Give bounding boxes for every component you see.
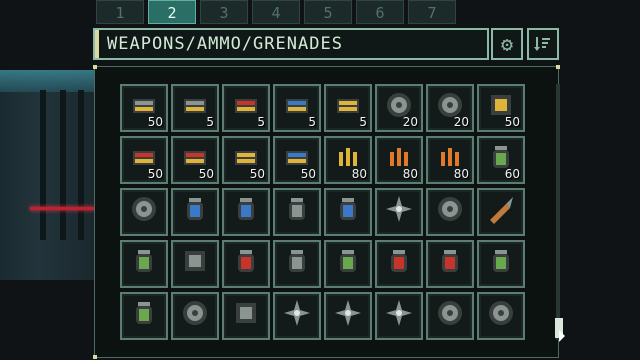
inventory-slot[interactable]: 50: [171, 136, 219, 184]
inventory-slot[interactable]: 50: [222, 136, 270, 184]
sort-button[interactable]: [527, 28, 559, 60]
sort-icon: [534, 37, 550, 51]
inventory-slot[interactable]: 50: [273, 136, 321, 184]
inventory-slot[interactable]: [171, 188, 219, 236]
inventory-slot[interactable]: [324, 292, 372, 340]
inventory-slot[interactable]: [273, 292, 321, 340]
wall-stripe: [78, 90, 84, 240]
background-light: [0, 70, 95, 92]
tab-6[interactable]: 6: [356, 0, 404, 24]
inventory-slot[interactable]: 5: [273, 84, 321, 132]
item-quantity: 50: [300, 167, 316, 181]
inventory-slot[interactable]: [477, 240, 525, 288]
inventory-slot[interactable]: [375, 240, 423, 288]
settings-button[interactable]: ⚙: [491, 28, 523, 60]
item-quantity: 5: [257, 115, 265, 129]
panel-corner: [93, 65, 97, 69]
inventory-slot[interactable]: [273, 188, 321, 236]
item-quantity: 20: [402, 115, 418, 129]
item-quantity: 5: [359, 115, 367, 129]
inventory-slot[interactable]: [222, 240, 270, 288]
inventory-slot[interactable]: [273, 240, 321, 288]
inventory-slot[interactable]: [171, 292, 219, 340]
inventory-tabs: 1234567: [96, 0, 456, 24]
inventory-slot[interactable]: 5: [324, 84, 372, 132]
item-quantity: 80: [453, 167, 469, 181]
inventory-slot[interactable]: [222, 188, 270, 236]
inventory-slot[interactable]: 80: [375, 136, 423, 184]
inventory-slot[interactable]: [477, 188, 525, 236]
inventory-slot[interactable]: 50: [477, 84, 525, 132]
panel-corner: [556, 65, 560, 69]
background-scene: [0, 70, 95, 280]
wall-stripe: [40, 90, 46, 240]
item-quantity: 50: [198, 167, 214, 181]
gear-icon: ⚙: [500, 32, 514, 56]
inventory-slot[interactable]: 50: [120, 136, 168, 184]
inventory-slot[interactable]: [120, 240, 168, 288]
laser-beam: [30, 207, 95, 210]
inventory-slot[interactable]: [426, 240, 474, 288]
inventory-slot[interactable]: 20: [426, 84, 474, 132]
inventory-slot[interactable]: [324, 188, 372, 236]
wall-stripe: [60, 90, 66, 240]
inventory-slot[interactable]: [222, 292, 270, 340]
tab-2[interactable]: 2: [148, 0, 196, 24]
item-quantity: 5: [206, 115, 214, 129]
category-title: WEAPONS/AMMO/GRENADES: [95, 30, 487, 58]
tab-1[interactable]: 1: [96, 0, 144, 24]
tab-4[interactable]: 4: [252, 0, 300, 24]
item-quantity: 80: [351, 167, 367, 181]
inventory-slot[interactable]: 20: [375, 84, 423, 132]
tab-5[interactable]: 5: [304, 0, 352, 24]
inventory-slot[interactable]: [426, 292, 474, 340]
inventory-slot[interactable]: [375, 292, 423, 340]
item-quantity: 20: [453, 115, 469, 129]
panel-corner: [93, 355, 97, 359]
mouse-cursor-icon: [559, 330, 565, 342]
scrollbar-track[interactable]: [556, 84, 560, 340]
inventory-slot[interactable]: [120, 292, 168, 340]
inventory-slot[interactable]: [120, 188, 168, 236]
item-quantity: 60: [504, 167, 520, 181]
inventory-slot[interactable]: 80: [426, 136, 474, 184]
tab-7[interactable]: 7: [408, 0, 456, 24]
inventory-slot[interactable]: 80: [324, 136, 372, 184]
item-quantity: 5: [308, 115, 316, 129]
item-quantity: 50: [147, 115, 163, 129]
tab-3[interactable]: 3: [200, 0, 248, 24]
inventory-grid: 50 5 5 5 5 20 20 50 50 50 50 50 80 80 80…: [120, 84, 525, 340]
category-header: WEAPONS/AMMO/GRENADES: [93, 28, 489, 60]
inventory-slot[interactable]: 5: [171, 84, 219, 132]
inventory-slot[interactable]: [324, 240, 372, 288]
inventory-slot[interactable]: [375, 188, 423, 236]
inventory-slot[interactable]: 50: [120, 84, 168, 132]
inventory-slot[interactable]: [477, 292, 525, 340]
item-quantity: 50: [504, 115, 520, 129]
item-quantity: 50: [147, 167, 163, 181]
inventory-slot[interactable]: [426, 188, 474, 236]
item-quantity: 50: [249, 167, 265, 181]
item-quantity: 80: [402, 167, 418, 181]
inventory-slot[interactable]: 5: [222, 84, 270, 132]
inventory-slot[interactable]: [171, 240, 219, 288]
inventory-slot[interactable]: 60: [477, 136, 525, 184]
